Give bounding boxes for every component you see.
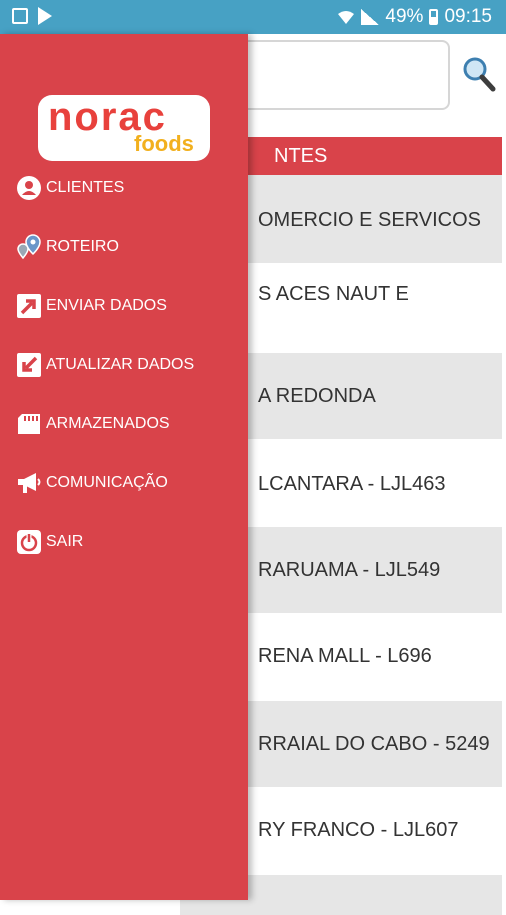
- play-store-notification-icon: [38, 7, 52, 25]
- menu-item-enviar-dados[interactable]: ENVIAR DADOS: [16, 291, 167, 321]
- battery-percent: 49%: [385, 6, 424, 27]
- clock: 09:15: [444, 6, 492, 27]
- list-item-label: RARUAMA - LJL549: [258, 559, 441, 581]
- menu-item-comunicacao[interactable]: COMUNICAÇÃO: [16, 468, 168, 498]
- list-item-label: OMERCIO E SERVICOS: [258, 209, 482, 231]
- menu-item-roteiro[interactable]: ROTEIRO: [16, 232, 119, 262]
- list-item-label: LCANTARA - LJL463: [258, 473, 446, 495]
- menu-item-label: COMUNICAÇÃO: [46, 474, 168, 491]
- logo-sub: foods: [134, 131, 194, 156]
- menu-item-armazenados[interactable]: ARMAZENADOS: [16, 409, 170, 439]
- list-item-label: S ACES NAUT E: [258, 283, 409, 305]
- menu-item-label: ENVIAR DADOS: [46, 297, 167, 314]
- download-arrow-icon: [16, 352, 42, 378]
- menu-item-label: ARMAZENADOS: [46, 415, 170, 432]
- navigation-drawer: norac foods CLIENTES ROTEIRO ENVIAR DADO…: [0, 34, 248, 900]
- map-pin-icon: [16, 234, 42, 260]
- menu-item-atualizar-dados[interactable]: ATUALIZAR DADOS: [16, 350, 194, 380]
- storage-card-icon: [16, 411, 42, 437]
- gallery-notification-icon: [12, 8, 28, 24]
- menu-item-label: ROTEIRO: [46, 238, 119, 255]
- list-item-label: A REDONDA: [258, 385, 376, 407]
- upload-arrow-icon: [16, 293, 42, 319]
- menu-item-clientes[interactable]: CLIENTES: [16, 173, 124, 203]
- search-icon[interactable]: [462, 56, 496, 92]
- menu-item-label: SAIR: [46, 533, 84, 550]
- norac-foods-logo: norac foods: [38, 95, 210, 161]
- status-bar: 49% 09:15: [0, 0, 506, 34]
- user-icon: [16, 175, 42, 201]
- list-item-label: RRAIAL DO CABO - 5249: [258, 733, 490, 755]
- list-item-label: RY FRANCO - LJL607: [258, 819, 459, 841]
- menu-item-label: CLIENTES: [46, 179, 125, 196]
- menu-item-label: ATUALIZAR DADOS: [46, 356, 195, 373]
- power-icon: [16, 529, 42, 555]
- menu-item-sair[interactable]: SAIR: [16, 527, 83, 557]
- signal-icon: [361, 9, 380, 25]
- wifi-icon: [337, 9, 355, 25]
- megaphone-icon: [16, 470, 42, 496]
- list-item-label: RENA MALL - L696: [258, 645, 432, 667]
- battery-icon: [429, 9, 439, 25]
